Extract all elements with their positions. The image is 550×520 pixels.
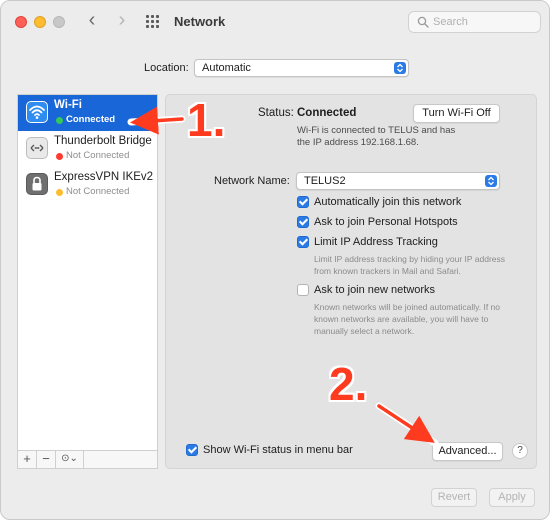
network-preferences-window: ‹ › Network Location: Automatic — [0, 0, 550, 520]
ask-new-networks-label: Ask to join new networks — [314, 284, 436, 296]
service-list: Wi-Fi Connected Thunderbolt Bridge Not C… — [17, 94, 158, 451]
step-2-annotation: 2. — [329, 358, 368, 410]
title-bar: ‹ › Network — [1, 1, 549, 43]
status-dot-icon — [56, 153, 63, 160]
detail-panel — [165, 94, 537, 469]
ask-hotspots-label: Ask to join Personal Hotspots — [314, 216, 458, 228]
zoom-window-button[interactable] — [53, 16, 65, 28]
close-window-button[interactable] — [15, 16, 27, 28]
show-wifi-status-checkbox[interactable] — [186, 444, 198, 456]
search-icon — [417, 16, 429, 28]
status-label: Status: — [258, 107, 294, 119]
turn-wifi-off-button[interactable]: Turn Wi-Fi Off — [413, 104, 500, 123]
location-value: Automatic — [202, 62, 251, 74]
service-name: Wi-Fi — [54, 99, 82, 111]
location-label: Location: — [144, 62, 189, 74]
action-menu-button[interactable]: ⊙⌄ — [56, 451, 84, 468]
service-name: ExpressVPN IKEv2 — [54, 171, 154, 183]
revert-button[interactable]: Revert — [431, 488, 477, 507]
lock-icon — [26, 173, 48, 195]
advanced-button[interactable]: Advanced... — [432, 442, 503, 461]
status-value: Connected — [297, 107, 357, 119]
network-name-label: Network Name: — [214, 175, 290, 187]
status-dot-icon — [56, 189, 63, 196]
remove-service-button[interactable]: − — [37, 451, 56, 468]
status-dot-icon — [56, 117, 63, 124]
limit-ip-help-text: Limit IP address tracking by hiding your… — [314, 254, 506, 276]
service-item-thunderbolt-bridge[interactable]: Thunderbolt Bridge Not Connected — [18, 131, 157, 167]
show-wifi-status-label: Show Wi-Fi status in menu bar — [203, 444, 353, 456]
search-input[interactable] — [433, 14, 533, 30]
network-name-select[interactable]: TELUS2 — [296, 172, 500, 190]
add-service-button[interactable]: + — [18, 451, 37, 468]
show-all-grid-icon[interactable] — [146, 15, 160, 29]
apply-button[interactable]: Apply — [489, 488, 535, 507]
service-list-toolbar: + − ⊙⌄ — [17, 451, 158, 469]
thunderbolt-bridge-icon — [26, 137, 48, 159]
forward-chevron-icon[interactable]: › — [111, 10, 133, 32]
minimize-window-button[interactable] — [34, 16, 46, 28]
search-field[interactable] — [408, 11, 541, 33]
service-name: Thunderbolt Bridge — [54, 135, 152, 147]
network-name-value: TELUS2 — [304, 175, 346, 187]
up-down-chevron-icon — [394, 62, 406, 74]
ask-hotspots-checkbox[interactable] — [297, 216, 309, 228]
auto-join-checkbox[interactable] — [297, 196, 309, 208]
limit-ip-tracking-checkbox[interactable] — [297, 236, 309, 248]
service-item-wifi[interactable]: Wi-Fi Connected — [18, 95, 157, 131]
auto-join-label: Automatically join this network — [314, 196, 462, 208]
location-select[interactable]: Automatic — [194, 59, 409, 77]
service-status: Not Connected — [66, 186, 130, 197]
ask-new-networks-checkbox[interactable] — [297, 284, 309, 296]
back-chevron-icon[interactable]: ‹ — [81, 10, 103, 32]
window-title: Network — [174, 14, 226, 29]
wifi-icon — [26, 101, 48, 123]
limit-ip-tracking-label: Limit IP Address Tracking — [314, 236, 438, 248]
ask-new-networks-help-text: Known networks will be joined automatica… — [314, 302, 500, 336]
step-1-annotation: 1. — [187, 94, 226, 146]
status-description: Wi-Fi is connected to TELUS and has the … — [297, 125, 456, 148]
service-status: Not Connected — [66, 150, 130, 161]
service-status: Connected — [66, 114, 116, 125]
help-button[interactable]: ? — [512, 443, 528, 459]
up-down-chevron-icon — [485, 175, 497, 187]
service-item-expressvpn[interactable]: ExpressVPN IKEv2 Not Connected — [18, 167, 157, 203]
